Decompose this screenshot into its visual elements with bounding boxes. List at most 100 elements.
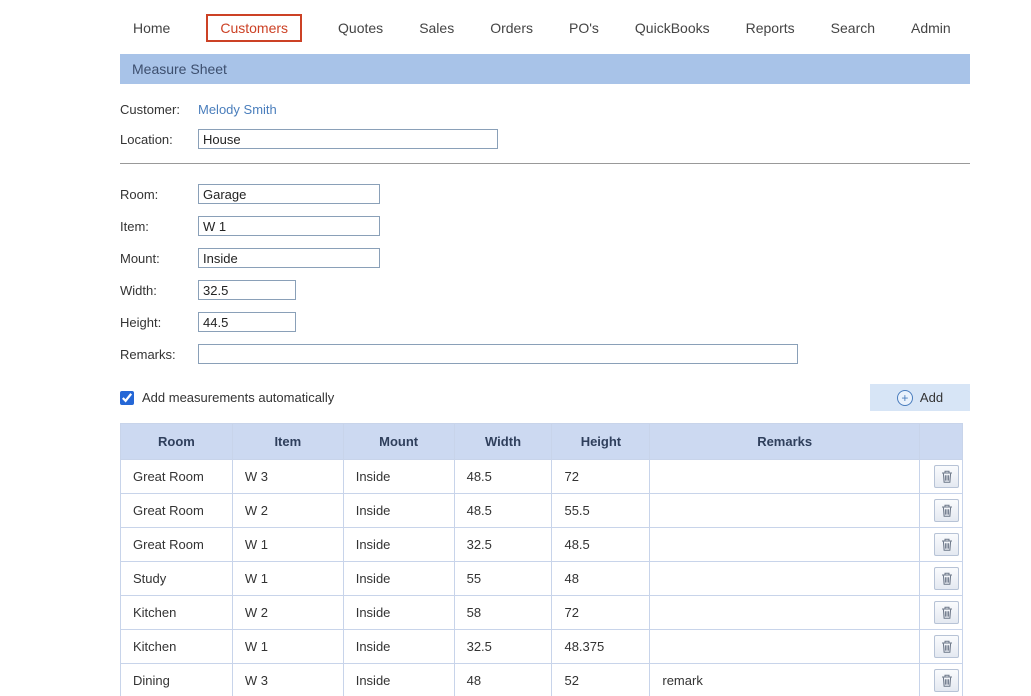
cell-remarks xyxy=(649,459,920,494)
cell-width: 58 xyxy=(453,595,553,630)
delete-button[interactable] xyxy=(934,499,960,522)
nav-quotes[interactable]: Quotes xyxy=(338,20,383,36)
header-room: Room xyxy=(120,423,233,460)
cell-delete xyxy=(918,663,964,696)
delete-button[interactable] xyxy=(934,601,960,624)
delete-button[interactable] xyxy=(934,465,960,488)
trash-icon xyxy=(941,674,952,687)
trash-icon xyxy=(941,572,952,585)
header-width: Width xyxy=(453,423,553,460)
nav-quickbooks[interactable]: QuickBooks xyxy=(635,20,710,36)
trash-icon xyxy=(941,640,952,653)
trash-icon xyxy=(941,606,952,619)
cell-room: Great Room xyxy=(120,527,233,562)
add-button[interactable]: + Add xyxy=(870,384,970,411)
remarks-input[interactable] xyxy=(198,344,798,364)
delete-button[interactable] xyxy=(934,669,960,692)
item-input[interactable] xyxy=(198,216,380,236)
table-row: Great Room W 2 Inside 48.5 55.5 xyxy=(120,493,964,528)
width-row: Width: xyxy=(120,280,970,300)
cell-room: Kitchen xyxy=(120,629,233,664)
cell-height: 72 xyxy=(551,459,651,494)
width-input[interactable] xyxy=(198,280,296,300)
mount-row: Mount: xyxy=(120,248,970,268)
cell-room: Great Room xyxy=(120,493,233,528)
cell-remarks xyxy=(649,493,920,528)
cell-mount: Inside xyxy=(342,527,455,562)
auto-add-checkbox[interactable] xyxy=(120,390,134,405)
cell-mount: Inside xyxy=(342,561,455,596)
cell-item: W 1 xyxy=(231,527,344,562)
measurements-table: Room Item Mount Width Height Remarks Gre… xyxy=(120,423,964,696)
cell-item: W 1 xyxy=(231,561,344,596)
cell-height: 72 xyxy=(551,595,651,630)
trash-icon xyxy=(941,538,952,551)
item-row: Item: xyxy=(120,216,970,236)
cell-mount: Inside xyxy=(342,663,455,696)
cell-height: 48.375 xyxy=(551,629,651,664)
nav-admin[interactable]: Admin xyxy=(911,20,951,36)
cell-width: 32.5 xyxy=(453,527,553,562)
cell-remarks xyxy=(649,561,920,596)
nav-customers[interactable]: Customers xyxy=(206,14,303,42)
location-label: Location: xyxy=(120,131,173,147)
cell-remarks xyxy=(649,527,920,562)
table-body: Great Room W 3 Inside 48.5 72 Great Room… xyxy=(120,459,964,696)
divider xyxy=(120,163,970,164)
item-label: Item: xyxy=(120,218,149,234)
cell-item: W 2 xyxy=(231,493,344,528)
table-header-row: Room Item Mount Width Height Remarks xyxy=(120,423,964,460)
height-label: Height: xyxy=(120,314,162,330)
top-nav: Home Customers Quotes Sales Orders PO's … xyxy=(0,0,1031,54)
room-label: Room: xyxy=(120,186,159,202)
nav-reports[interactable]: Reports xyxy=(746,20,795,36)
cell-width: 48.5 xyxy=(453,493,553,528)
room-row: Room: xyxy=(120,184,970,204)
cell-item: W 3 xyxy=(231,459,344,494)
cell-item: W 3 xyxy=(231,663,344,696)
cell-room: Great Room xyxy=(120,459,233,494)
delete-button[interactable] xyxy=(934,567,960,590)
nav-pos[interactable]: PO's xyxy=(569,20,599,36)
cell-delete xyxy=(918,493,964,528)
delete-button[interactable] xyxy=(934,533,960,556)
cell-width: 48 xyxy=(453,663,553,696)
cell-item: W 2 xyxy=(231,595,344,630)
cell-mount: Inside xyxy=(342,595,455,630)
customer-link[interactable]: Melody Smith xyxy=(198,102,277,117)
cell-delete xyxy=(918,527,964,562)
remarks-row: Remarks: xyxy=(120,344,970,364)
cell-remarks: remark xyxy=(649,663,920,696)
trash-icon xyxy=(941,504,952,517)
location-row: Location: xyxy=(120,129,970,149)
table-row: Great Room W 1 Inside 32.5 48.5 xyxy=(120,527,964,562)
cell-width: 55 xyxy=(453,561,553,596)
measurements-grid-wrap: Room Item Mount Width Height Remarks Gre… xyxy=(120,423,964,696)
cell-remarks xyxy=(649,629,920,664)
auto-add-label: Add measurements automatically xyxy=(142,390,335,405)
cell-item: W 1 xyxy=(231,629,344,664)
header-mount: Mount xyxy=(342,423,455,460)
nav-search[interactable]: Search xyxy=(831,20,875,36)
delete-button[interactable] xyxy=(934,635,960,658)
location-input[interactable] xyxy=(198,129,498,149)
remarks-label: Remarks: xyxy=(120,346,176,362)
height-input[interactable] xyxy=(198,312,296,332)
cell-width: 48.5 xyxy=(453,459,553,494)
cell-delete xyxy=(918,459,964,494)
nav-sales[interactable]: Sales xyxy=(419,20,454,36)
table-row: Kitchen W 1 Inside 32.5 48.375 xyxy=(120,629,964,664)
table-row: Dining W 3 Inside 48 52 remark xyxy=(120,663,964,696)
height-row: Height: xyxy=(120,312,970,332)
room-input[interactable] xyxy=(198,184,380,204)
cell-height: 55.5 xyxy=(551,493,651,528)
nav-home[interactable]: Home xyxy=(133,20,170,36)
cell-remarks xyxy=(649,595,920,630)
nav-orders[interactable]: Orders xyxy=(490,20,533,36)
cell-mount: Inside xyxy=(342,493,455,528)
table-row: Great Room W 3 Inside 48.5 72 xyxy=(120,459,964,494)
cell-height: 52 xyxy=(551,663,651,696)
customer-label: Customer: xyxy=(120,102,180,117)
mount-input[interactable] xyxy=(198,248,380,268)
trash-icon xyxy=(941,470,952,483)
